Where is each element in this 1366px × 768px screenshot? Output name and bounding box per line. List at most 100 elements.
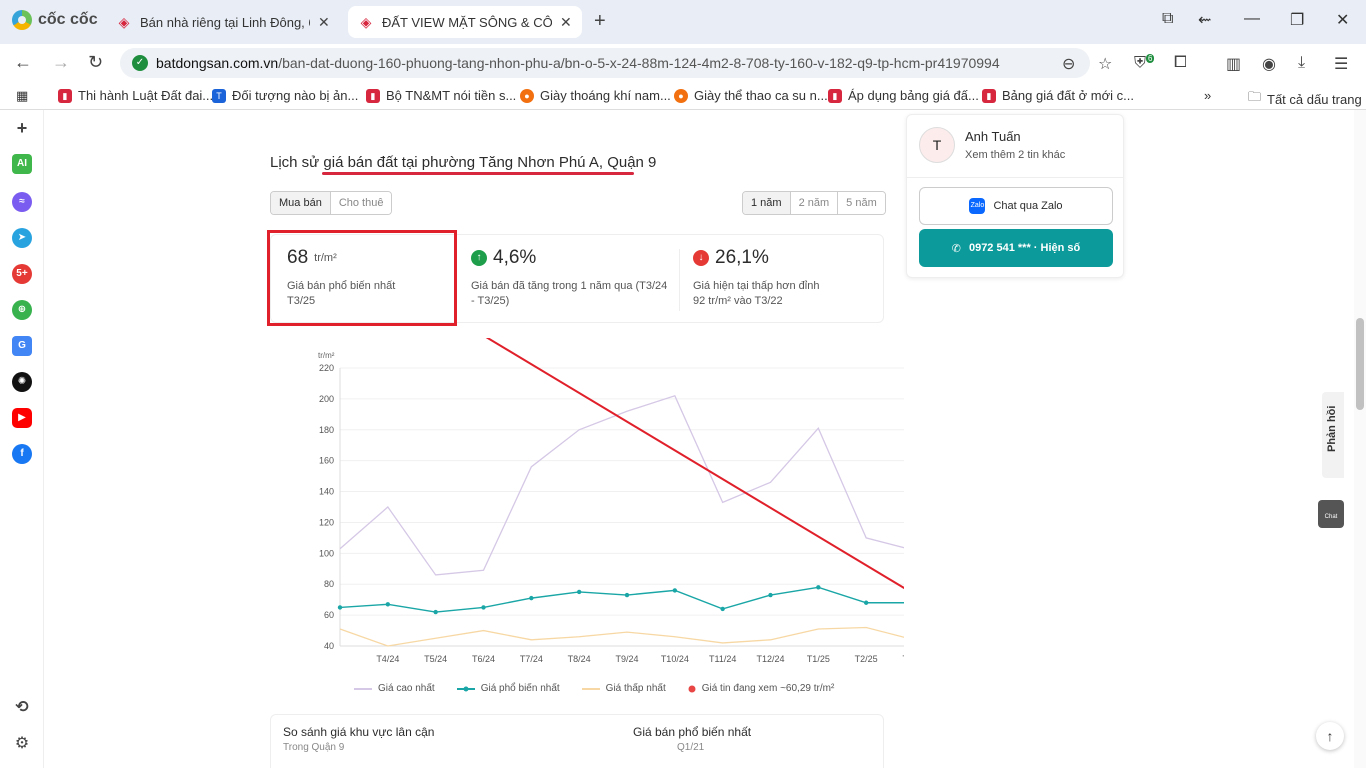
bookmark-item[interactable]: ● Giày thoáng khí nam... (520, 88, 671, 103)
legend-label: Giá phổ biến nhất (480, 683, 560, 694)
bookmark-item[interactable]: ▮ Bộ TN&MT nói tiền s... (366, 88, 516, 103)
tab-buy[interactable]: Mua bán (271, 192, 331, 214)
series-line (339, 586, 904, 613)
show-phone-button[interactable]: ✆ 0972 541 *** · Hiện số (919, 229, 1113, 267)
all-bookmarks-label: Tất cả dấu trang (1267, 91, 1362, 107)
profile-icon[interactable]: ◉ (1262, 54, 1276, 74)
legend-label: Giá cao nhất (378, 683, 435, 694)
stat-desc: Giá hiện tại thấp hơn đỉnh (693, 280, 820, 292)
extension-badge: 6 (1146, 54, 1155, 63)
history-icon[interactable]: ⟲ (12, 698, 32, 718)
download-icon[interactable]: ⤓ (1298, 54, 1305, 72)
data-point (624, 592, 630, 598)
tab-1-year[interactable]: 1 năm (743, 192, 791, 214)
legend-item-common[interactable]: Giá phổ biến nhất (456, 683, 560, 694)
scroll-to-top-button[interactable]: ↑ (1316, 722, 1344, 750)
minimize-button[interactable]: — (1244, 10, 1260, 28)
coccoc-logo-icon (12, 10, 32, 30)
bookmark-item[interactable]: ▮ Áp dụng bảng giá đấ... (828, 88, 979, 103)
back-history-icon[interactable]: ⇜ (1198, 10, 1211, 30)
youtube-icon[interactable]: ▶ (12, 408, 32, 428)
translate-icon[interactable]: G (12, 336, 32, 356)
add-sidebar-icon[interactable]: + (12, 118, 32, 138)
bookmark-label: Thi hành Luật Đất đai... (78, 88, 214, 103)
stat-desc: Giá bán đã tăng trong 1 năm qua (T3/24 (471, 280, 668, 292)
all-bookmarks-folder[interactable]: 🗀 Tất cả dấu trang (1248, 88, 1362, 110)
menu-icon[interactable]: ☰ (1334, 54, 1348, 74)
tab-listing-1[interactable]: ◈ Bán nhà riêng tại Linh Đông, 60m... ✕ (106, 6, 344, 38)
more-listings-link[interactable]: Xem thêm 2 tin khác (965, 149, 1065, 161)
legend-item-current[interactable]: Giá tin đang xem ~60,29 tr/m² (688, 683, 835, 694)
adblock-shield-icon[interactable]: ⛨ 6 (1134, 54, 1155, 72)
ai-assistant-icon[interactable]: AI (12, 154, 32, 174)
bookmark-label: Giày thoáng khí nam... (540, 88, 671, 103)
coccoc-logo[interactable]: cốc cốc (12, 10, 98, 30)
bookmark-favicon-icon: ▮ (366, 88, 380, 103)
close-tab-icon[interactable]: ✕ (318, 14, 330, 31)
legend-label: Giá tin đang xem ~60,29 tr/m² (701, 683, 835, 694)
chat-button[interactable]: Chat (1318, 500, 1344, 528)
reload-icon[interactable]: ↻ (88, 52, 103, 73)
bookmark-item[interactable]: ▮ Bảng giá đất ở mới c... (982, 88, 1134, 103)
scrollbar-thumb[interactable] (1356, 318, 1364, 410)
address-bar[interactable]: ✓ batdongsan.com.vn /ban-dat-duong-160-p… (120, 48, 1090, 78)
data-point (672, 588, 678, 593)
new-tab-button[interactable]: + (594, 10, 606, 33)
brand-name: cốc cốc (38, 11, 98, 28)
tab-5-years[interactable]: 5 năm (838, 192, 885, 214)
zoom-out-icon[interactable]: ⊖ (1062, 54, 1075, 74)
tab-2-years[interactable]: 2 năm (790, 192, 839, 214)
bookmarks-bar: ▦ ▮ Thi hành Luật Đất đai... T Đối tượng n… (0, 84, 1366, 110)
bookmark-item[interactable]: ▮ Thi hành Luật Đất đai... (58, 88, 213, 103)
feedback-tab[interactable]: Phản hồi (1322, 392, 1344, 478)
x-tick-label: T10/24 (661, 654, 689, 664)
stat-value: 4,6% (493, 247, 537, 268)
maximize-button[interactable]: ❐ (1290, 10, 1304, 30)
settings-gear-icon[interactable]: ⚙ (12, 734, 32, 754)
data-point (481, 605, 486, 610)
back-arrow-icon[interactable]: ← (14, 52, 32, 73)
gamepad-icon[interactable]: ⊕ (12, 300, 32, 320)
stat-value: 26,1% (715, 247, 769, 268)
bookmark-favicon-icon: ▮ (982, 88, 996, 103)
page-scrollbar[interactable] (1354, 110, 1366, 768)
data-point (576, 589, 582, 595)
data-point (863, 600, 869, 605)
tab-listing-2[interactable]: ◈ ĐẤT VIEW MẶT SÔNG & CÔNG... ✕ (348, 6, 582, 38)
compare-subtitle: Trong Quận 9 (283, 742, 345, 753)
tab-rent[interactable]: Cho thuê (330, 192, 392, 214)
split-view-icon[interactable]: ▥ (1226, 54, 1241, 74)
compare-column-title: Giá bán phổ biến nhất (633, 725, 752, 739)
avatar[interactable]: T (919, 127, 955, 163)
forward-arrow-icon[interactable]: → (52, 52, 70, 73)
apps-grid-icon[interactable]: ▦ (16, 88, 28, 104)
tab-search-icon[interactable]: ⧉ (1162, 10, 1173, 28)
bookmark-item[interactable]: ● Giày thể thao ca su n... (674, 88, 828, 103)
telegram-icon[interactable]: ➤ (12, 228, 32, 248)
browser-tab-bar: cốc cốc ◈ Bán nhà riêng tại Linh Đông, 6… (0, 0, 1366, 44)
data-point (385, 602, 391, 607)
secure-site-icon[interactable]: ✓ (132, 55, 148, 71)
facebook-icon[interactable]: f (12, 444, 32, 464)
extensions-puzzle-icon[interactable]: ⧠ (1174, 54, 1187, 72)
batdongsan-favicon-icon: ◈ (118, 14, 130, 30)
x-tick-label: T12/24 (756, 654, 784, 664)
divider (679, 249, 680, 311)
data-point (816, 585, 821, 590)
messenger-icon[interactable]: ≈ (12, 192, 32, 212)
legend-item-max[interactable]: Giá cao nhất (354, 683, 435, 694)
games-5plus-icon[interactable]: 5+ (12, 264, 32, 284)
close-tab-icon[interactable]: ✕ (560, 14, 572, 31)
data-point (720, 606, 725, 612)
bookmark-star-icon[interactable]: ☆ (1098, 54, 1112, 74)
chatgpt-icon[interactable]: ✺ (12, 372, 32, 392)
legend-item-min[interactable]: Giá thấp nhất (581, 683, 666, 694)
bookmark-favicon-icon: ● (674, 88, 688, 103)
bookmark-item[interactable]: T Đối tượng nào bị ản... (212, 88, 358, 103)
close-window-button[interactable]: ✕ (1336, 10, 1349, 30)
more-bookmarks-chevron-icon[interactable]: » (1204, 88, 1211, 103)
y-tick-label: 40 (324, 641, 334, 651)
agent-name[interactable]: Anh Tuấn (965, 129, 1021, 144)
chat-zalo-button[interactable]: Zalo Chat qua Zalo (919, 187, 1113, 225)
y-tick-label: 220 (319, 363, 334, 373)
